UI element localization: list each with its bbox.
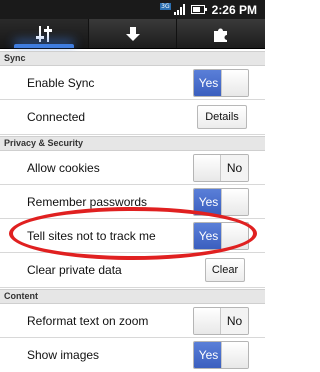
row-allow-cookies: Allow cookies No bbox=[0, 151, 265, 185]
toggle-yes: Yes bbox=[194, 342, 223, 368]
row-enable-sync: Enable Sync Yes bbox=[0, 66, 265, 100]
row-clear-private-data: Clear private data Clear bbox=[0, 253, 265, 288]
row-reformat-text: Reformat text on zoom No bbox=[0, 304, 265, 338]
row-remember-passwords: Remember passwords Yes bbox=[0, 185, 265, 219]
settings-sliders-icon bbox=[35, 25, 52, 42]
row-connected: Connected Details bbox=[0, 100, 265, 135]
clear-button[interactable]: Clear bbox=[205, 258, 245, 282]
allow-cookies-toggle[interactable]: No bbox=[193, 153, 249, 182]
toggle-yes: Yes bbox=[194, 222, 223, 249]
toggle-thumb bbox=[221, 222, 248, 249]
download-arrow-icon bbox=[125, 26, 140, 41]
toggle-yes: Yes bbox=[194, 69, 223, 96]
reformat-text-label: Reformat text on zoom bbox=[27, 313, 149, 328]
remember-passwords-label: Remember passwords bbox=[27, 194, 148, 209]
toggle-no: No bbox=[221, 154, 248, 181]
enable-sync-toggle[interactable]: Yes bbox=[193, 68, 249, 97]
toggle-thumb bbox=[221, 69, 248, 96]
do-not-track-label: Tell sites not to track me bbox=[27, 228, 156, 243]
clear-private-data-label: Clear private data bbox=[27, 263, 122, 277]
signal-icon bbox=[173, 4, 185, 15]
show-images-label: Show images bbox=[27, 348, 100, 362]
tab-bar bbox=[0, 19, 265, 49]
enable-sync-label: Enable Sync bbox=[27, 75, 95, 90]
tab-addons[interactable] bbox=[177, 19, 265, 48]
section-header-content: Content bbox=[0, 289, 265, 304]
status-time: 2:26 PM bbox=[211, 2, 257, 17]
network-3g-icon: 3G bbox=[160, 3, 171, 10]
tab-settings[interactable] bbox=[0, 19, 89, 48]
battery-icon bbox=[190, 5, 207, 14]
toggle-thumb bbox=[194, 307, 221, 334]
row-do-not-track: Tell sites not to track me Yes bbox=[0, 219, 265, 253]
section-header-sync: Sync bbox=[0, 51, 265, 66]
show-images-toggle[interactable]: Yes bbox=[193, 341, 249, 369]
section-header-privacy: Privacy & Security bbox=[0, 136, 265, 151]
status-bar: 3G 2:26 PM bbox=[0, 0, 265, 19]
toggle-thumb bbox=[221, 342, 248, 368]
connected-label: Connected bbox=[27, 110, 86, 124]
toggle-no: No bbox=[221, 307, 248, 334]
toggle-yes: Yes bbox=[194, 188, 223, 215]
tab-downloads[interactable] bbox=[89, 19, 178, 48]
details-button[interactable]: Details bbox=[197, 105, 247, 129]
toggle-thumb bbox=[221, 188, 248, 215]
allow-cookies-label: Allow cookies bbox=[27, 160, 100, 175]
do-not-track-toggle[interactable]: Yes bbox=[193, 221, 249, 250]
reformat-text-toggle[interactable]: No bbox=[193, 306, 249, 335]
puzzle-addons-icon bbox=[214, 28, 228, 42]
remember-passwords-toggle[interactable]: Yes bbox=[193, 187, 249, 216]
row-show-images: Show images Yes bbox=[0, 338, 265, 372]
toggle-thumb bbox=[194, 154, 221, 181]
